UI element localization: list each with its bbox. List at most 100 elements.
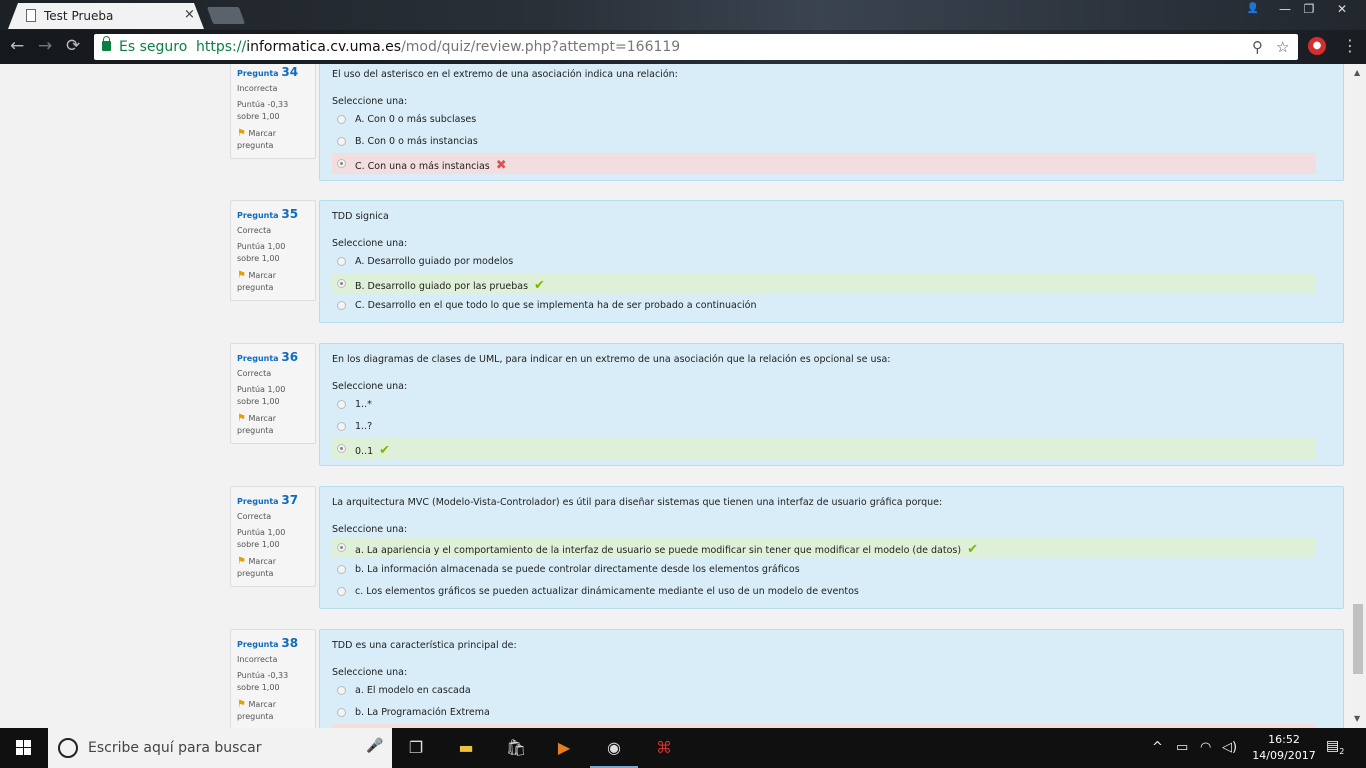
- flag-question-link[interactable]: ⚑ Marcar pregunta: [237, 413, 309, 437]
- taskbar: Escribe aquí para buscar 🎤 ❐ ▬ 🛍 ▶ ◉ ⌘ ^…: [0, 728, 1366, 768]
- search-placeholder: Escribe aquí para buscar: [88, 740, 262, 756]
- search-icon[interactable]: ⚲: [1252, 34, 1263, 60]
- question-text: El uso del asterisco en el extremo de un…: [332, 69, 678, 80]
- correct-check-icon: ✔: [967, 542, 978, 557]
- answer-option[interactable]: a. El modelo en cascada: [332, 680, 1316, 701]
- answer-radio[interactable]: [337, 115, 346, 124]
- answer-option[interactable]: b. La información almacenada se puede co…: [332, 559, 1316, 580]
- answer-option[interactable]: B. Con 0 o más instancias: [332, 131, 1316, 152]
- tab-title: Test Prueba: [44, 9, 114, 23]
- flag-question-link[interactable]: ⚑ Marcar pregunta: [237, 556, 309, 580]
- answer-option[interactable]: 1..?: [332, 416, 1316, 437]
- answer-radio[interactable]: [337, 543, 346, 552]
- answer-option[interactable]: A. Desarrollo guiado por modelos: [332, 251, 1316, 272]
- media-player-icon[interactable]: ▶: [552, 736, 576, 760]
- answer-radio[interactable]: [337, 444, 346, 453]
- wifi-icon[interactable]: ◠: [1200, 740, 1211, 755]
- flag-icon: ⚑: [237, 270, 246, 281]
- url-path: /mod/quiz/review.php?attempt=166119: [401, 39, 681, 55]
- answer-radio[interactable]: [337, 565, 346, 574]
- menu-icon[interactable]: ⋮: [1342, 36, 1358, 55]
- volume-icon[interactable]: ◁): [1222, 740, 1237, 755]
- window-close-button[interactable]: ✕: [1322, 0, 1362, 18]
- answer-label: a. La apariencia y el comportamiento de …: [355, 545, 962, 556]
- lock-icon: [102, 36, 111, 51]
- answer-radio[interactable]: [337, 587, 346, 596]
- answer-radio[interactable]: [337, 279, 346, 288]
- answer-label: C. Con una o más instancias: [355, 161, 490, 172]
- answer-option[interactable]: a. La apariencia y el comportamiento de …: [332, 537, 1316, 558]
- answer-option[interactable]: b. La Programación Extrema: [332, 702, 1316, 723]
- answer-option[interactable]: C. Con una o más instancias ✖: [332, 153, 1316, 174]
- question-label: Pregunta: [237, 354, 279, 363]
- answer-label: B. Desarrollo guiado por las pruebas: [355, 281, 529, 292]
- file-explorer-icon[interactable]: ▬: [454, 736, 478, 760]
- answer-option[interactable]: C. Desarrollo en el que todo lo que se i…: [332, 295, 1316, 316]
- extension-icon[interactable]: ●: [1308, 37, 1326, 55]
- reload-icon[interactable]: ⟳: [66, 36, 80, 56]
- flag-icon: ⚑: [237, 699, 246, 710]
- question-content: TDD es una característica principal de: S…: [319, 629, 1344, 728]
- maximize-button[interactable]: ❐: [1294, 0, 1324, 18]
- store-icon[interactable]: 🛍: [504, 736, 528, 760]
- incorrect-cross-icon: ✖: [495, 158, 507, 173]
- back-icon[interactable]: ←: [10, 36, 24, 56]
- question-grade: Puntúa -0,33 sobre 1,00: [237, 671, 289, 692]
- chrome-icon[interactable]: ◉: [602, 736, 626, 760]
- question-number-value: 38: [281, 636, 299, 650]
- scroll-down-icon[interactable]: ▼: [1354, 714, 1360, 723]
- scrollbar-thumb[interactable]: [1353, 604, 1363, 674]
- answer-label: c. Los elementos gráficos se pueden actu…: [355, 586, 859, 597]
- select-prompt: Seleccione una:: [332, 524, 408, 535]
- answer-radio[interactable]: [337, 159, 346, 168]
- windows-start-icon[interactable]: [16, 740, 32, 756]
- question-content: En los diagramas de clases de UML, para …: [319, 343, 1344, 466]
- battery-icon[interactable]: ▭: [1176, 740, 1188, 755]
- tab-close-icon[interactable]: ×: [184, 7, 195, 22]
- answer-option[interactable]: A. Con 0 o más subclases: [332, 109, 1316, 130]
- question-grade: Puntúa 1,00 sobre 1,00: [237, 385, 286, 406]
- answer-label: a. El modelo en cascada: [355, 685, 471, 696]
- answer-radio[interactable]: [337, 686, 346, 695]
- answer-radio[interactable]: [337, 137, 346, 146]
- secure-label: Es seguro: [119, 39, 188, 55]
- answer-radio[interactable]: [337, 301, 346, 310]
- answer-label: A. Desarrollo guiado por modelos: [355, 256, 514, 267]
- select-prompt: Seleccione una:: [332, 238, 408, 249]
- forward-icon[interactable]: →: [38, 36, 52, 56]
- clock-time: 16:52: [1268, 733, 1300, 746]
- scrollbar[interactable]: ▲ ▼: [1350, 64, 1366, 728]
- answer-radio[interactable]: [337, 422, 346, 431]
- taskbar-search[interactable]: Escribe aquí para buscar 🎤: [48, 728, 392, 768]
- question-number: Pregunta 34: [237, 65, 309, 79]
- clock-date: 14/09/2017: [1252, 749, 1316, 762]
- task-view-icon[interactable]: ❐: [404, 736, 428, 760]
- answer-option[interactable]: B. Desarrollo guiado por las pruebas ✔: [332, 273, 1316, 294]
- flag-question-link[interactable]: ⚑ Marcar pregunta: [237, 128, 309, 152]
- answer-option[interactable]: 1..*: [332, 394, 1316, 415]
- answer-label: 0..1: [355, 446, 374, 457]
- url-text[interactable]: https://informatica.cv.uma.es/mod/quiz/r…: [196, 34, 680, 60]
- question-info: Pregunta 37 Correcta Puntúa 1,00 sobre 1,0…: [230, 486, 316, 587]
- address-bar[interactable]: Es seguro https://informatica.cv.uma.es/…: [94, 34, 1298, 60]
- question-grade: Puntúa 1,00 sobre 1,00: [237, 528, 286, 549]
- answer-text: B. Desarrollo guiado por las pruebas ✔: [355, 278, 545, 293]
- notifications-icon[interactable]: ▤2: [1326, 738, 1344, 756]
- scroll-up-icon[interactable]: ▲: [1354, 68, 1360, 77]
- answer-radio[interactable]: [337, 257, 346, 266]
- pdf-reader-icon[interactable]: ⌘: [652, 736, 676, 760]
- answer-option[interactable]: c. Los elementos gráficos se pueden actu…: [332, 581, 1316, 602]
- new-tab-button[interactable]: [206, 7, 246, 24]
- profile-icon[interactable]: 👤: [1238, 0, 1268, 18]
- microphone-icon[interactable]: 🎤: [366, 738, 383, 754]
- answer-option[interactable]: 0..1 ✔: [332, 438, 1316, 459]
- clock[interactable]: 16:52 14/09/2017: [1250, 732, 1318, 764]
- answer-radio[interactable]: [337, 708, 346, 717]
- chevron-up-icon[interactable]: ^: [1152, 740, 1163, 755]
- star-icon[interactable]: ☆: [1276, 34, 1289, 60]
- flag-question-link[interactable]: ⚑ Marcar pregunta: [237, 699, 309, 723]
- flag-question-link[interactable]: ⚑ Marcar pregunta: [237, 270, 309, 294]
- answer-radio[interactable]: [337, 400, 346, 409]
- flag-icon: ⚑: [237, 413, 246, 424]
- browser-tab[interactable]: Test Prueba ×: [8, 3, 204, 29]
